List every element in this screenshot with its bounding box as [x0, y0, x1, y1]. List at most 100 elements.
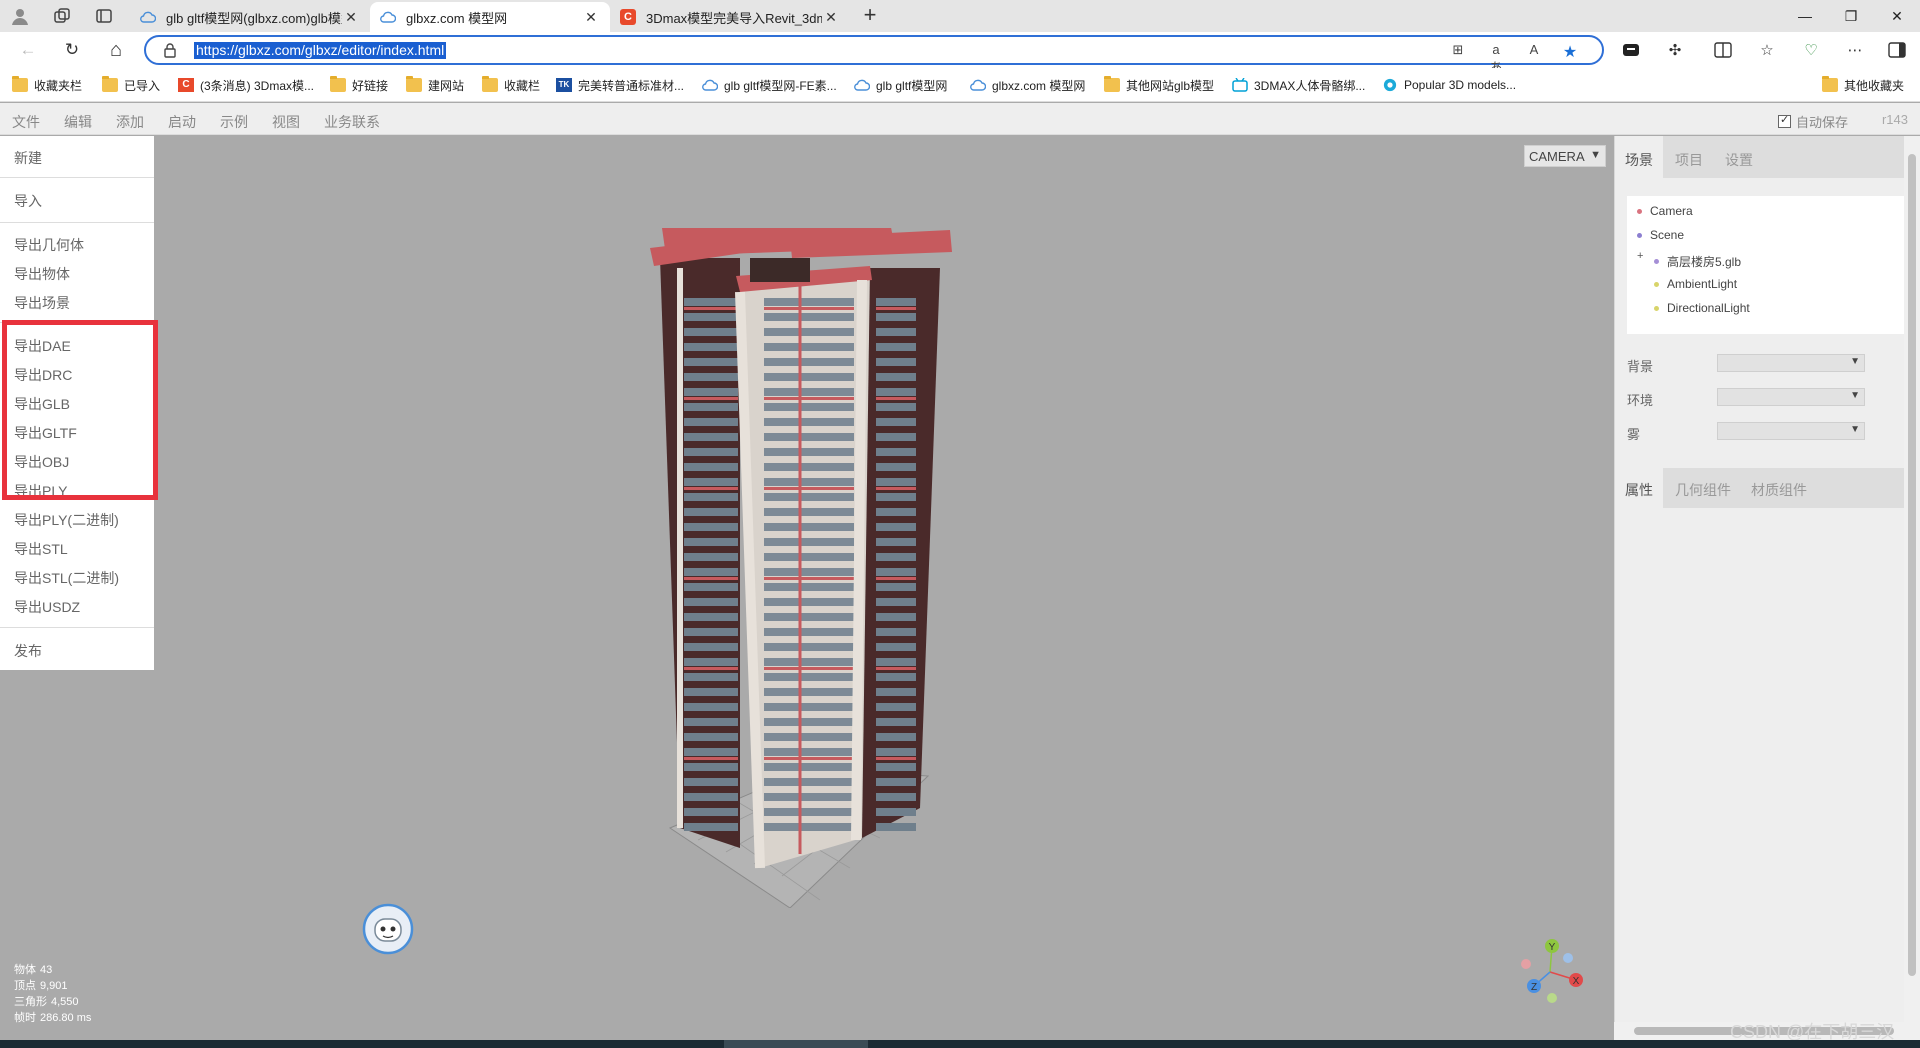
- fog-select[interactable]: ▼: [1717, 422, 1865, 440]
- bookmark-item[interactable]: Popular 3D models...: [1382, 76, 1516, 94]
- menu-item-export-usdz[interactable]: 导出USDZ: [14, 597, 80, 617]
- autosave-toggle[interactable]: 自动保存: [1777, 112, 1848, 131]
- sidebar-scrollbar[interactable]: [1904, 136, 1920, 1040]
- profile-icon[interactable]: [8, 4, 32, 28]
- environment-select[interactable]: ▼: [1717, 388, 1865, 406]
- scrollbar-thumb[interactable]: [1908, 154, 1916, 976]
- neg-z-axis-handle[interactable]: [1563, 953, 1573, 963]
- building-model[interactable]: [640, 228, 960, 908]
- chevron-down-icon: ▼: [1850, 356, 1860, 367]
- reload-button[interactable]: ↻: [58, 38, 86, 62]
- tab-properties[interactable]: 属性: [1615, 468, 1663, 508]
- read-aloud-icon[interactable]: A: [1524, 42, 1544, 60]
- favorites-icon[interactable]: ☆: [1756, 40, 1778, 60]
- outliner-item-model[interactable]: 高层楼房5.glb: [1654, 253, 1741, 270]
- new-tab-button[interactable]: +: [858, 4, 882, 28]
- lock-icon[interactable]: [162, 42, 178, 58]
- bookmark-item[interactable]: glb gltf模型网: [854, 76, 947, 94]
- assistant-avatar[interactable]: [362, 903, 414, 955]
- scene-outliner[interactable]: Camera Scene + 高层楼房5.glb AmbientLight Di…: [1627, 196, 1905, 334]
- background-select[interactable]: ▼: [1717, 354, 1865, 372]
- outliner-item-ambient-light[interactable]: AmbientLight: [1654, 277, 1737, 291]
- taskbar-active-app[interactable]: [724, 1040, 868, 1048]
- url-text[interactable]: https://glbxz.com/glbxz/editor/index.htm…: [194, 42, 447, 59]
- outliner-item-scene[interactable]: Scene: [1637, 228, 1684, 242]
- menu-add[interactable]: 添加: [116, 112, 144, 132]
- window-band: [764, 778, 854, 786]
- menu-business[interactable]: 业务联系: [324, 112, 380, 132]
- split-screen-icon[interactable]: [1712, 40, 1734, 60]
- window-band: [876, 388, 916, 396]
- menu-item-new[interactable]: 新建: [14, 148, 42, 168]
- camera-select[interactable]: CAMERA ▼: [1524, 145, 1606, 167]
- translate-icon[interactable]: aあ: [1486, 42, 1506, 75]
- menu-item-export-geometry[interactable]: 导出几何体: [14, 235, 84, 255]
- window-band: [876, 313, 916, 321]
- favorite-star-icon[interactable]: ★: [1560, 42, 1580, 61]
- bookmark-item[interactable]: 已导入: [102, 76, 160, 94]
- outliner-item-camera[interactable]: Camera: [1637, 204, 1693, 218]
- menu-item-publish[interactable]: 发布: [14, 641, 42, 661]
- bookmark-item[interactable]: 3DMAX人体骨骼绑...: [1232, 76, 1365, 94]
- back-button[interactable]: ←: [14, 38, 42, 62]
- menu-item-export-object[interactable]: 导出物体: [14, 264, 70, 284]
- window-band: [684, 583, 738, 591]
- workspaces-icon[interactable]: [50, 4, 74, 28]
- tab-project[interactable]: 项目: [1665, 136, 1713, 178]
- menu-file[interactable]: 文件: [12, 112, 40, 132]
- app-available-icon[interactable]: ⊞: [1448, 42, 1468, 60]
- tab-settings[interactable]: 设置: [1715, 136, 1763, 178]
- menu-edit[interactable]: 编辑: [64, 112, 92, 132]
- bookmark-item[interactable]: 建网站: [406, 76, 464, 94]
- close-icon[interactable]: ✕: [582, 9, 600, 26]
- sidebar-toggle-icon[interactable]: [1886, 40, 1908, 60]
- menu-examples[interactable]: 示例: [220, 112, 248, 132]
- bookmark-item[interactable]: 好链接: [330, 76, 388, 94]
- autosave-checkbox[interactable]: [1777, 113, 1791, 128]
- url-field[interactable]: https://glbxz.com/glbxz/editor/index.htm…: [144, 35, 1604, 75]
- bookmark-item[interactable]: glb gltf模型网-FE素...: [702, 76, 837, 94]
- browser-tab-active[interactable]: glbxz.com 模型网 ✕: [370, 2, 610, 32]
- neg-y-axis-handle[interactable]: [1547, 993, 1557, 1003]
- axes-gizmo[interactable]: Y X Z: [1512, 934, 1588, 1010]
- browser-tab[interactable]: glb gltf模型网(glbxz.com)glb模型 ✕: [130, 2, 370, 32]
- collections-icon[interactable]: [1620, 40, 1642, 60]
- expand-icon[interactable]: +: [1637, 250, 1643, 262]
- tab-geometry[interactable]: 几何组件: [1665, 468, 1741, 508]
- minimize-button[interactable]: —: [1782, 0, 1828, 32]
- accent-band: [684, 307, 738, 310]
- bookmark-label: (3条消息) 3Dmax模...: [200, 78, 315, 93]
- window-band: [684, 418, 738, 426]
- bookmark-item[interactable]: 收藏夹栏: [12, 76, 82, 94]
- bookmark-label: 好链接: [352, 78, 389, 93]
- browser-tab[interactable]: C 3Dmax模型完美导入Revit_3dmax ✕: [610, 2, 850, 32]
- menu-view[interactable]: 视图: [272, 112, 300, 132]
- menu-item-import[interactable]: 导入: [14, 191, 42, 211]
- bookmark-item[interactable]: 收藏栏: [482, 76, 540, 94]
- tab-material[interactable]: 材质组件: [1741, 468, 1817, 508]
- browser-essentials-icon[interactable]: ♡: [1800, 40, 1822, 60]
- other-bookmarks[interactable]: 其他收藏夹: [1822, 76, 1904, 94]
- close-icon[interactable]: ✕: [342, 9, 360, 26]
- menu-item-export-ply-binary[interactable]: 导出PLY(二进制): [14, 510, 119, 530]
- close-window-button[interactable]: ✕: [1874, 0, 1920, 32]
- close-icon[interactable]: ✕: [822, 9, 840, 26]
- bookmark-item[interactable]: TK 完美转普通标准材...: [556, 76, 684, 94]
- extensions-icon[interactable]: ✣: [1664, 40, 1686, 60]
- bookmark-item[interactable]: glbxz.com 模型网: [970, 76, 1085, 94]
- tab-scene[interactable]: 场景: [1615, 136, 1663, 178]
- bookmark-item[interactable]: C (3条消息) 3Dmax模...: [178, 76, 314, 94]
- neg-x-axis-handle[interactable]: [1521, 959, 1531, 969]
- menu-item-export-stl[interactable]: 导出STL: [14, 539, 68, 559]
- menu-item-export-scene[interactable]: 导出场景: [14, 293, 70, 313]
- bookmark-item[interactable]: 其他网站glb模型: [1104, 76, 1214, 94]
- outliner-item-directional-light[interactable]: DirectionalLight: [1654, 301, 1750, 315]
- restore-button[interactable]: ❐: [1828, 0, 1874, 32]
- window-band: [684, 673, 738, 681]
- home-button[interactable]: ⌂: [102, 38, 130, 62]
- cloud-icon: [702, 79, 718, 91]
- tab-actions-icon[interactable]: [92, 4, 116, 28]
- more-options-icon[interactable]: ⋯: [1844, 40, 1866, 60]
- menu-play[interactable]: 启动: [168, 112, 196, 132]
- menu-item-export-stl-binary[interactable]: 导出STL(二进制): [14, 568, 119, 588]
